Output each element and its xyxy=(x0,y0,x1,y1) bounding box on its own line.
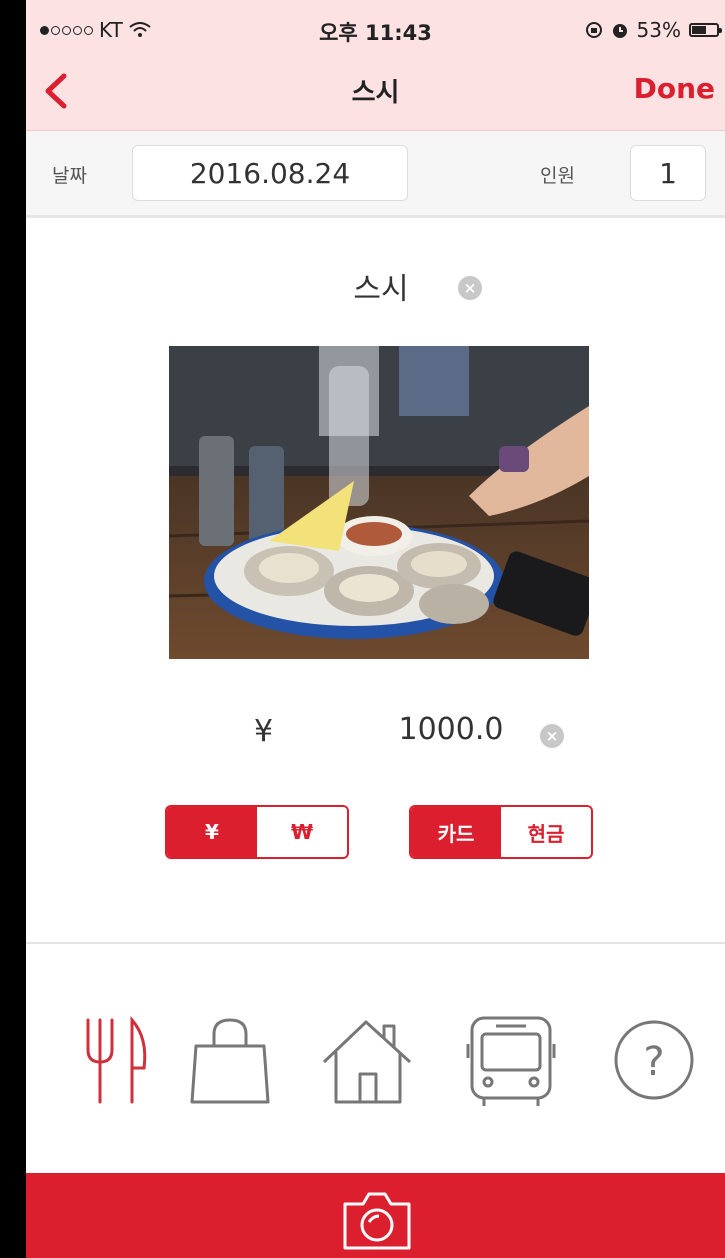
date-field[interactable]: 2016.08.24 xyxy=(132,145,408,201)
currency-toggle: ¥ ₩ xyxy=(165,805,349,859)
currency-won-option[interactable]: ₩ xyxy=(257,807,347,857)
chevron-left-icon[interactable] xyxy=(36,68,82,114)
clear-price-icon[interactable]: × xyxy=(540,724,564,748)
payment-card-option[interactable]: 카드 xyxy=(411,807,501,857)
nav-bar: 스시 Done xyxy=(26,58,725,131)
footer-bar xyxy=(26,1173,725,1258)
food-photo[interactable] xyxy=(169,346,589,659)
rotation-lock-icon xyxy=(585,22,602,38)
battery-percent: 53% xyxy=(636,18,681,42)
alarm-icon xyxy=(612,24,627,38)
payment-cash-option[interactable]: 현금 xyxy=(501,807,591,857)
currency-yen-option[interactable]: ¥ xyxy=(167,807,257,857)
bus-icon[interactable] xyxy=(466,1010,562,1110)
people-label: 인원 xyxy=(540,165,575,187)
status-bar: KT 오후 11:43 53% xyxy=(26,0,725,58)
shopping-bag-icon[interactable] xyxy=(182,1010,278,1110)
screen: KT 오후 11:43 53% 스시 Done 날짜 2016.08.24 인원… xyxy=(26,0,725,1258)
divider xyxy=(26,942,725,944)
people-field[interactable]: 1 xyxy=(630,145,706,201)
page-title: 스시 xyxy=(351,78,400,108)
price-field[interactable]: 1000.0 xyxy=(366,712,536,747)
date-label: 날짜 xyxy=(52,165,87,187)
item-name-field[interactable]: 스시 xyxy=(296,264,466,308)
clear-name-icon[interactable]: × xyxy=(458,276,482,300)
help-icon[interactable]: ? xyxy=(610,1010,706,1110)
currency-symbol: ¥ xyxy=(254,714,274,749)
payment-toggle: 카드 현금 xyxy=(409,805,593,859)
svg-text:?: ? xyxy=(643,1039,664,1085)
food-icon[interactable] xyxy=(70,1010,166,1110)
battery-icon xyxy=(689,23,722,37)
info-row: 날짜 2016.08.24 인원 1 xyxy=(26,131,725,218)
camera-icon[interactable] xyxy=(341,1188,413,1252)
home-icon[interactable] xyxy=(320,1010,416,1110)
done-button[interactable]: Done xyxy=(634,72,715,105)
